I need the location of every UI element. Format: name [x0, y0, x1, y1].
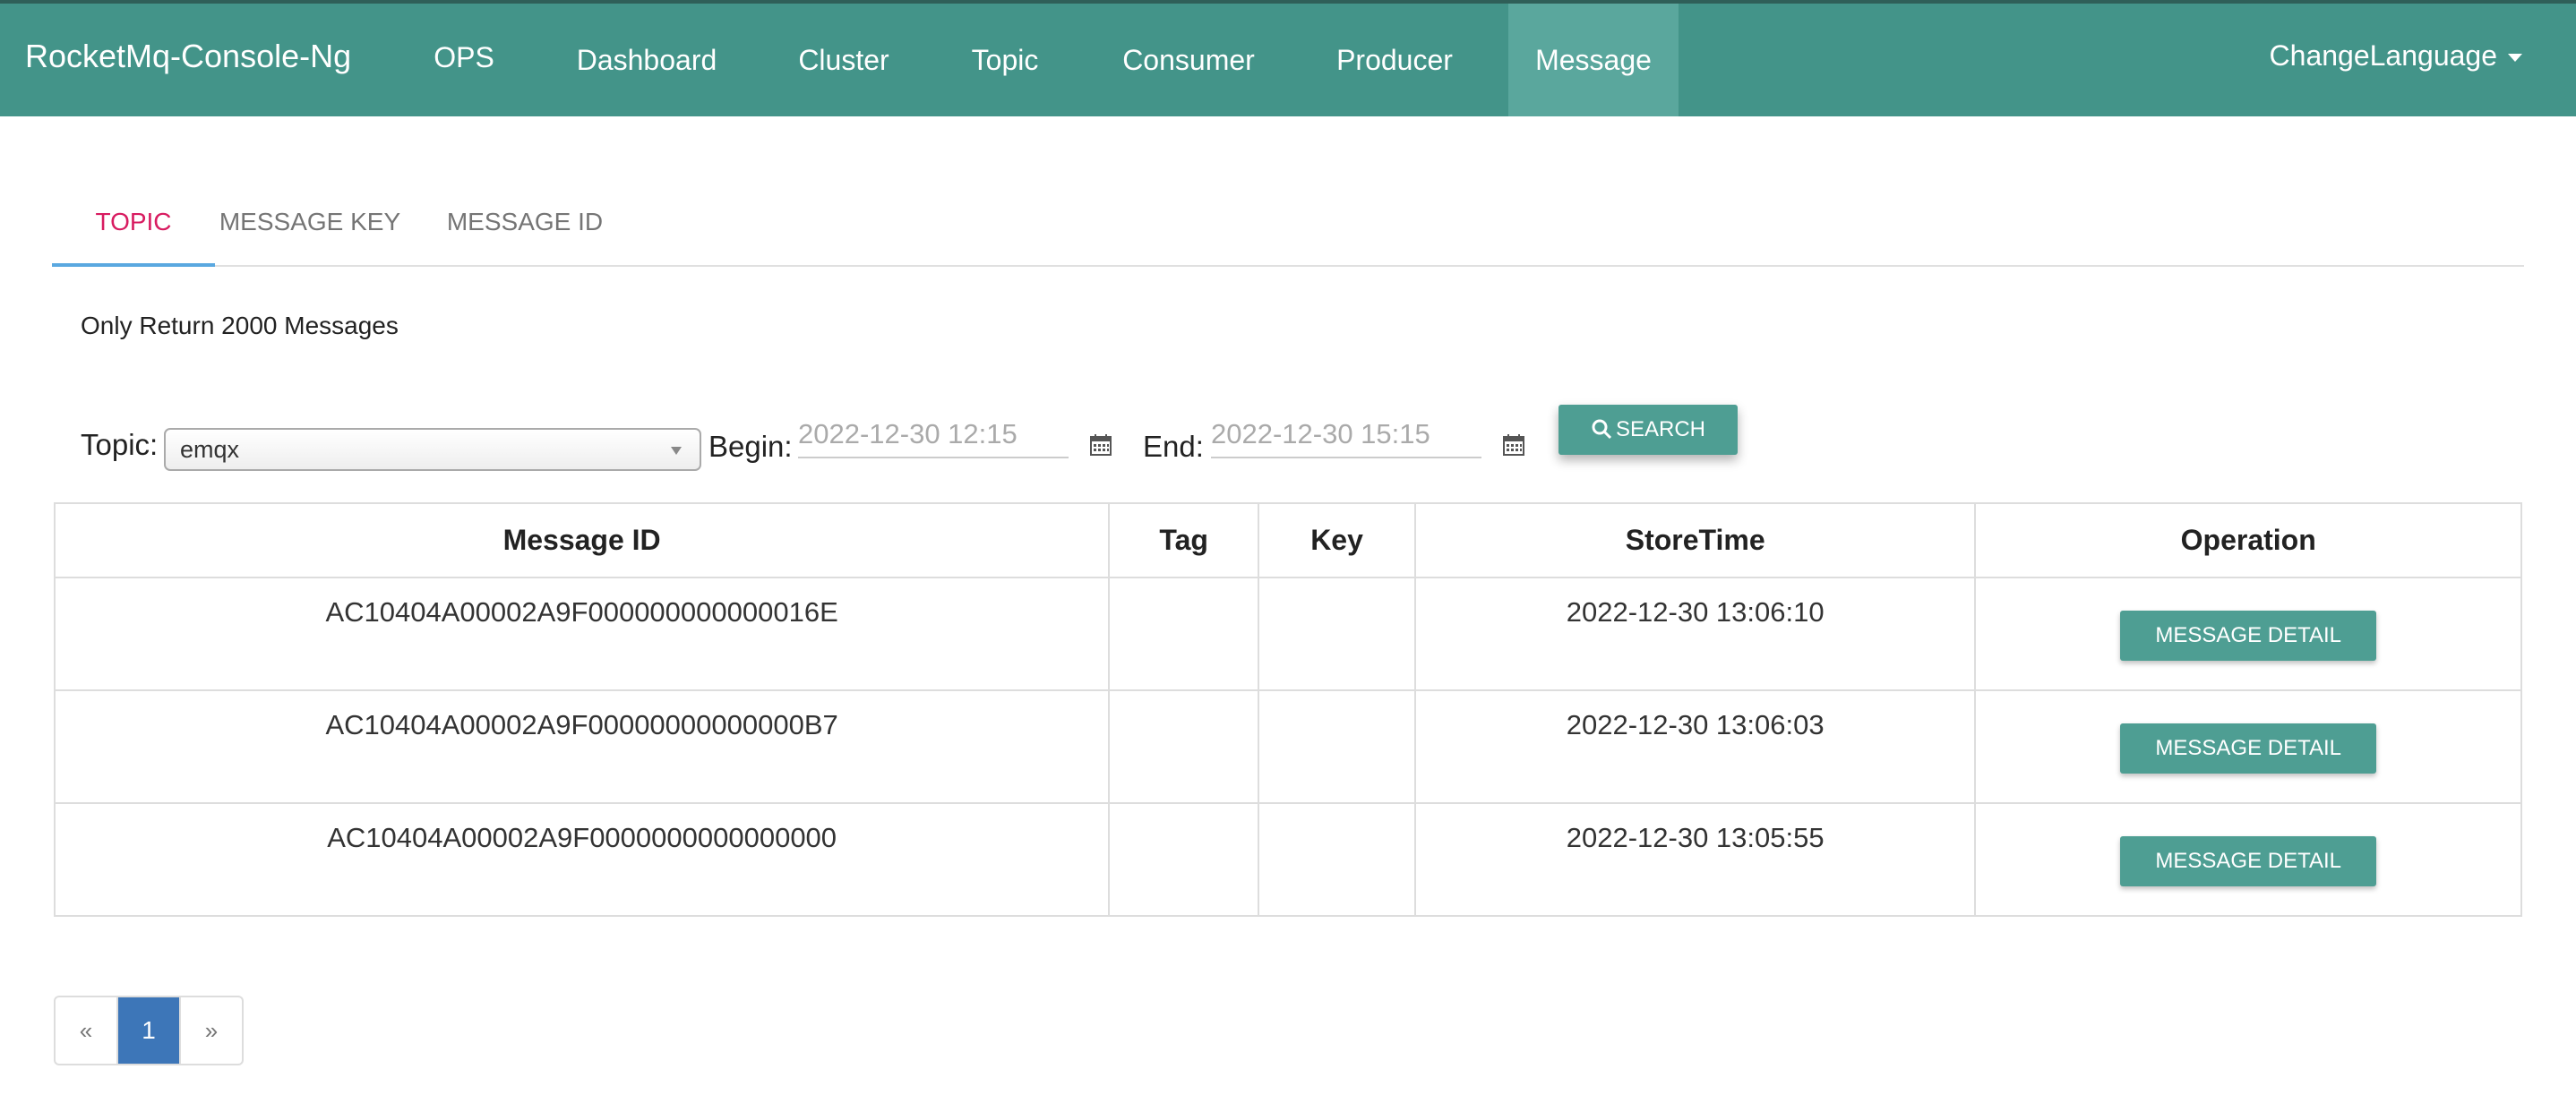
storetime-cell: 2022-12-30 13:05:55 [1413, 802, 1977, 917]
tab-message-id[interactable]: MESSAGE ID [435, 179, 614, 265]
end-label: End: [1143, 430, 1204, 463]
pagination-page-1[interactable]: 1 [116, 997, 179, 1064]
table-header-row: Message ID Tag Key StoreTime Operation [53, 502, 2522, 578]
table-row: AC10404A00002A9F00000000000000B7 2022-12… [53, 689, 2522, 804]
search-button[interactable]: SEARCH [1558, 405, 1738, 455]
active-tab-indicator [52, 263, 215, 267]
key-cell [1258, 689, 1416, 804]
limit-notice: Only Return 2000 Messages [81, 312, 399, 339]
search-form: Topic: emqx Begin: End: SEARCH [0, 394, 2576, 483]
storetime-cell: 2022-12-30 13:06:03 [1413, 689, 1977, 804]
caret-down-icon [2508, 54, 2522, 63]
begin-label: Begin: [708, 430, 793, 463]
column-header-operation: Operation [1974, 502, 2522, 578]
nav-cluster[interactable]: Cluster [772, 4, 915, 116]
nav-message[interactable]: Message [1508, 4, 1679, 116]
nav-dashboard[interactable]: Dashboard [557, 4, 736, 116]
tag-cell [1108, 689, 1260, 804]
pagination: « 1 » [54, 996, 244, 1065]
tab-topic[interactable]: TOPIC [52, 179, 215, 265]
message-table: Message ID Tag Key StoreTime Operation A… [53, 502, 2522, 917]
topic-select[interactable]: emqx [164, 428, 701, 471]
end-time-input[interactable] [1211, 412, 1481, 458]
message-detail-button[interactable]: MESSAGE DETAIL [2120, 723, 2377, 774]
message-id-cell: AC10404A00002A9F000000000000016E [53, 577, 1111, 691]
key-cell [1258, 577, 1416, 691]
topic-select-value: emqx [180, 436, 240, 463]
nav-producer[interactable]: Producer [1318, 4, 1471, 116]
nav-topic[interactable]: Topic [951, 4, 1059, 116]
brand-logo[interactable]: RocketMq-Console-Ng [25, 38, 351, 75]
message-id-cell: AC10404A00002A9F00000000000000B7 [53, 689, 1111, 804]
column-header-storetime: StoreTime [1413, 502, 1977, 578]
change-language-label: ChangeLanguage [2269, 39, 2497, 72]
nav-consumer[interactable]: Consumer [1095, 4, 1283, 116]
tab-message-key[interactable]: MESSAGE KEY [215, 179, 405, 265]
calendar-icon[interactable] [1089, 433, 1112, 457]
operation-cell: MESSAGE DETAIL [1974, 689, 2522, 804]
change-language-dropdown[interactable]: ChangeLanguage [2270, 39, 2522, 73]
tag-cell [1108, 577, 1260, 691]
storetime-cell: 2022-12-30 13:06:10 [1413, 577, 1977, 691]
calendar-icon[interactable] [1502, 433, 1525, 457]
message-detail-button[interactable]: MESSAGE DETAIL [2120, 611, 2377, 661]
column-header-tag: Tag [1108, 502, 1260, 578]
top-navbar: RocketMq-Console-Ng OPS Dashboard Cluste… [0, 0, 2576, 116]
begin-time-input[interactable] [798, 412, 1069, 458]
tag-cell [1108, 802, 1260, 917]
key-cell [1258, 802, 1416, 917]
pagination-next[interactable]: » [179, 997, 242, 1064]
message-id-cell: AC10404A00002A9F0000000000000000 [53, 802, 1111, 917]
column-header-key: Key [1258, 502, 1416, 578]
search-button-label: SEARCH [1615, 417, 1706, 441]
nav-ops[interactable]: OPS [410, 4, 518, 116]
search-mode-tabs: TOPIC MESSAGE KEY MESSAGE ID [52, 179, 2524, 267]
table-row: AC10404A00002A9F0000000000000000 2022-12… [53, 802, 2522, 917]
message-detail-button[interactable]: MESSAGE DETAIL [2120, 836, 2377, 886]
pagination-prev[interactable]: « [56, 997, 116, 1064]
search-icon [1592, 419, 1612, 439]
dropdown-arrow-icon [671, 447, 682, 455]
operation-cell: MESSAGE DETAIL [1974, 802, 2522, 917]
column-header-message-id: Message ID [53, 502, 1111, 578]
operation-cell: MESSAGE DETAIL [1974, 577, 2522, 691]
table-row: AC10404A00002A9F000000000000016E 2022-12… [53, 577, 2522, 691]
topic-label: Topic: [81, 428, 159, 461]
